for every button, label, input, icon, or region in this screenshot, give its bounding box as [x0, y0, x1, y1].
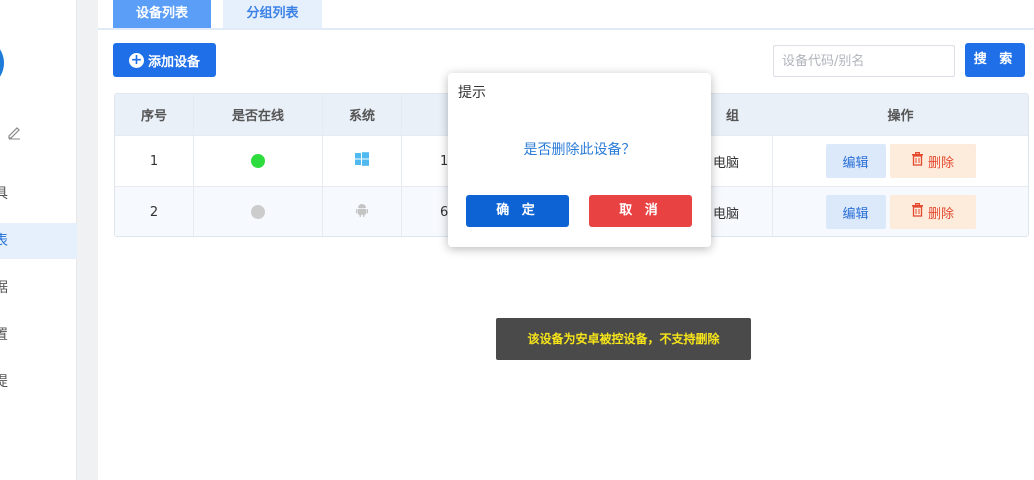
cell-online — [194, 136, 323, 186]
cell-actions: 编辑 删除 — [773, 187, 1028, 236]
online-status-dot — [251, 154, 265, 168]
cell-actions: 编辑 删除 — [773, 136, 1028, 186]
tab-device-list[interactable]: 设备列表 — [113, 0, 211, 28]
cell-system — [323, 187, 402, 236]
edit-pencil-icon[interactable] — [6, 124, 22, 140]
gutter — [77, 0, 98, 480]
delete-label: 删除 — [927, 155, 954, 171]
sidebar-item-label: 提 — [0, 374, 8, 390]
delete-button[interactable]: 删除 — [889, 144, 976, 178]
cell-online — [194, 187, 323, 236]
header-index: 序号 — [115, 94, 194, 135]
cell-index: 1 — [115, 136, 194, 186]
sidebar-item-data[interactable]: 据 — [0, 270, 77, 306]
delete-label: 删除 — [927, 206, 954, 222]
plus-circle-icon: + — [128, 51, 144, 68]
header-system: 系统 — [323, 94, 402, 135]
confirm-button[interactable]: 确 定 — [466, 195, 569, 227]
trash-icon — [911, 203, 924, 221]
trash-icon — [911, 152, 924, 170]
sidebar: 具 表 据 置 提 — [0, 0, 77, 480]
delete-button[interactable]: 删除 — [889, 195, 976, 229]
dialog-message: 是否删除此设备？ — [523, 142, 636, 158]
sidebar-item-label: 具 — [0, 186, 8, 202]
sidebar-item-tools[interactable]: 具 — [0, 176, 77, 212]
confirm-dialog: 提示 是否删除此设备？ 确 定 取 消 — [448, 73, 711, 247]
toast-message: 该设备为安卓被控设备，不支持删除 — [496, 318, 751, 360]
sidebar-item-label: 据 — [0, 280, 8, 296]
sidebar-item-label: 表 — [0, 233, 8, 249]
avatar[interactable] — [0, 38, 4, 88]
dialog-title: 提示 — [458, 85, 486, 101]
android-icon — [355, 203, 369, 222]
tab-group-list[interactable]: 分组列表 — [223, 0, 322, 28]
cancel-button[interactable]: 取 消 — [589, 195, 692, 227]
search-button[interactable]: 搜 索 — [965, 43, 1025, 77]
sidebar-item-device-list[interactable]: 表 — [0, 223, 77, 259]
sidebar-item-settings[interactable]: 置 — [0, 317, 77, 353]
edit-button[interactable]: 编辑 — [825, 144, 886, 178]
cell-index: 2 — [115, 187, 194, 236]
edit-button[interactable]: 编辑 — [825, 195, 886, 229]
sidebar-item-other[interactable]: 提 — [0, 364, 77, 400]
windows-icon — [354, 151, 370, 171]
cell-system — [323, 136, 402, 186]
tab-bar: 设备列表 分组列表 — [98, 0, 1034, 30]
offline-status-dot — [251, 205, 265, 219]
search-input[interactable] — [773, 45, 955, 77]
add-device-label: 添加设备 — [147, 54, 200, 70]
sidebar-item-label: 置 — [0, 327, 8, 343]
add-device-button[interactable]: + 添加设备 — [113, 43, 216, 77]
header-online: 是否在线 — [194, 94, 323, 135]
header-actions: 操作 — [887, 109, 914, 124]
